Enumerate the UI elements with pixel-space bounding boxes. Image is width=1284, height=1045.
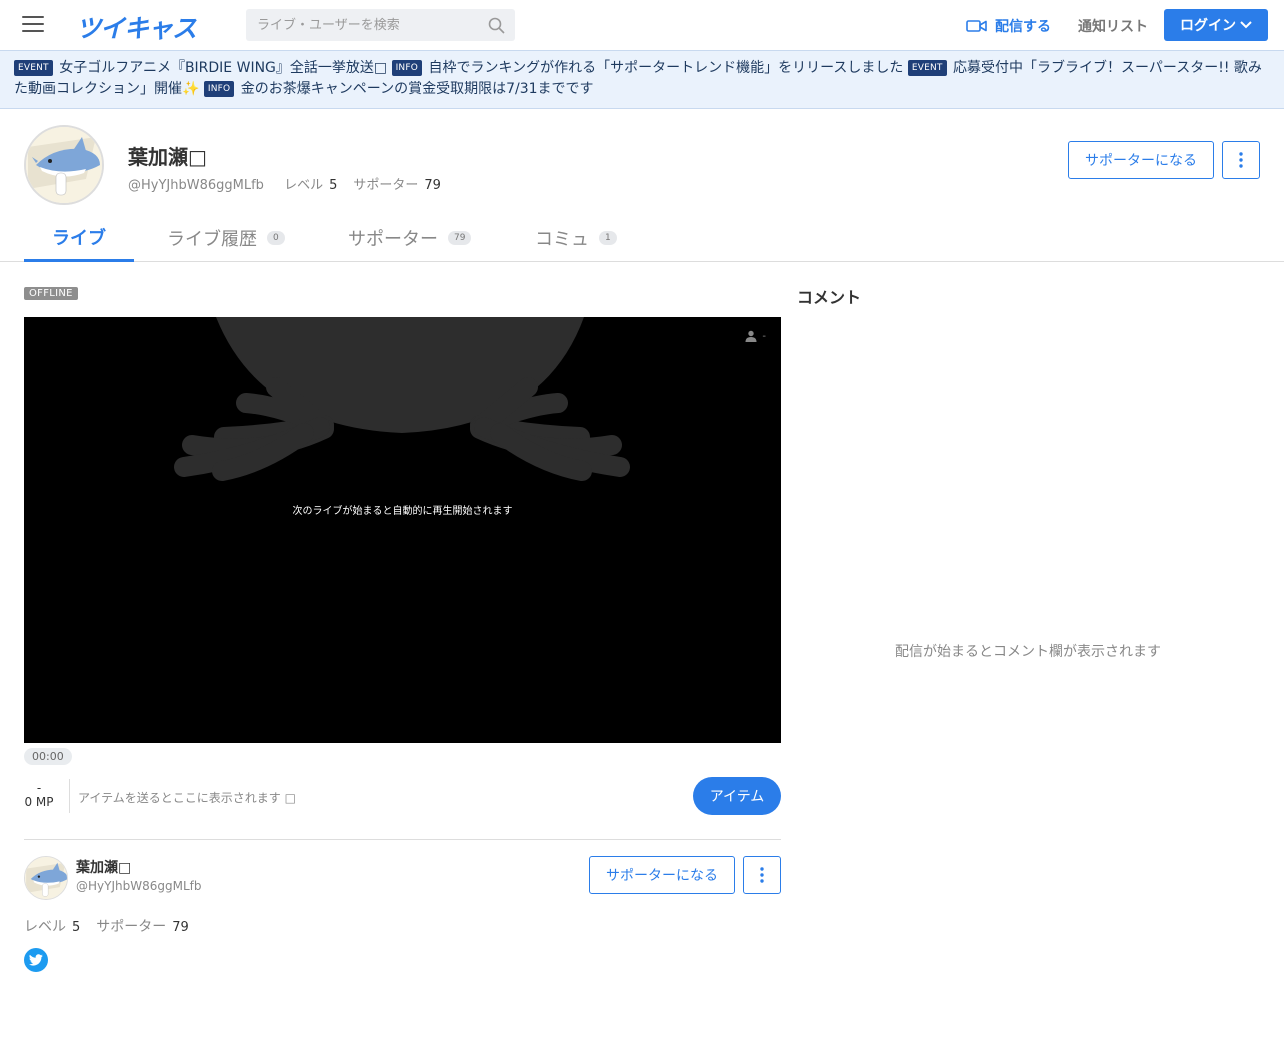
- tab-count: 79: [448, 231, 472, 245]
- tab-community[interactable]: コミュ 1: [535, 214, 617, 262]
- announcement-banner: EVENT 女子ゴルフアニメ『BIRDIE WING』全話一挙放送□ INFO …: [0, 50, 1284, 109]
- broadcast-label: 配信する: [995, 19, 1051, 35]
- divider: [24, 839, 781, 840]
- divider: [69, 779, 70, 813]
- profile-more-button[interactable]: [1222, 141, 1260, 179]
- tab-label: サポーター: [348, 229, 438, 250]
- item-placeholder: アイテムを送るとここに表示されます □: [78, 791, 296, 805]
- kebab-menu-icon: [1239, 152, 1243, 168]
- become-supporter-button[interactable]: サポーターになる: [589, 856, 735, 894]
- broadcast-link[interactable]: 配信する: [966, 16, 1051, 36]
- user-handle: @HyYJhbW86ggMLfb: [76, 879, 202, 893]
- announcement-link[interactable]: 金のお茶爆キャンペーンの賞金受取期限は7/31までです: [241, 81, 594, 97]
- event-tag: EVENT: [907, 60, 947, 76]
- twitter-bird-icon: [29, 954, 43, 966]
- chevron-down-icon: [1240, 21, 1252, 29]
- info-tag: INFO: [391, 60, 423, 76]
- tab-label: コミュ: [535, 229, 589, 250]
- notification-list-link[interactable]: 通知リスト: [1078, 16, 1148, 36]
- tab-count: 0: [267, 231, 285, 245]
- mp-value: 0 MP: [24, 795, 54, 809]
- site-logo[interactable]: ツイキャス: [76, 9, 197, 45]
- search-icon[interactable]: [488, 17, 505, 34]
- supporter-label: サポーター: [96, 919, 167, 935]
- login-label: ログイン: [1180, 18, 1236, 34]
- tab-supporters[interactable]: サポーター 79: [348, 214, 472, 262]
- search-box[interactable]: [246, 9, 515, 41]
- level-label: レベル: [284, 178, 324, 193]
- viewer-count-value: -: [762, 330, 766, 342]
- viewer-count: -: [745, 330, 766, 342]
- offline-mascot-image: [174, 317, 630, 481]
- profile-name: 葉加瀬□: [128, 145, 207, 169]
- login-button[interactable]: ログイン: [1164, 9, 1268, 41]
- tab-label: ライブ: [52, 227, 106, 249]
- mp-top: -: [36, 781, 42, 795]
- profile-avatar[interactable]: [24, 125, 104, 205]
- user-name[interactable]: 葉加瀬□: [76, 857, 131, 877]
- level-label: レベル: [24, 919, 66, 935]
- user-stats: レベル 5 サポーター 79: [24, 916, 205, 936]
- event-tag: EVENT: [14, 60, 53, 76]
- comments-title: コメント: [797, 288, 862, 307]
- profile-handle: @HyYJhbW86ggMLfb: [128, 178, 264, 193]
- tab-live-history[interactable]: ライブ履歴 0: [167, 214, 285, 262]
- kebab-menu-icon: [760, 867, 764, 883]
- twitter-link[interactable]: [24, 948, 48, 972]
- video-player[interactable]: - 次のライブが始まると自動的に再生開始されます: [24, 317, 781, 743]
- supporter-count[interactable]: 79: [424, 178, 441, 193]
- become-supporter-button[interactable]: サポーターになる: [1068, 141, 1214, 179]
- autoplay-message: 次のライブが始まると自動的に再生開始されます: [292, 506, 513, 517]
- profile-meta: @HyYJhbW86ggMLfb レベル 5 サポーター 79: [128, 174, 457, 193]
- search-input[interactable]: [246, 9, 476, 41]
- announcement-link[interactable]: 女子ゴルフアニメ『BIRDIE WING』全話一挙放送□: [59, 60, 387, 76]
- shark-avatar-image: [25, 857, 67, 899]
- level-value: 5: [329, 178, 338, 193]
- hamburger-menu-icon[interactable]: [22, 16, 44, 34]
- supporter-count[interactable]: 79: [172, 920, 189, 935]
- video-camera-icon: [966, 20, 987, 32]
- site-header: ツイキャス 配信する 通知リスト ログイン: [0, 0, 1284, 50]
- comments-empty-message: 配信が始まるとコメント欄が表示されます: [895, 644, 1161, 660]
- level-value: 5: [72, 920, 81, 935]
- tab-count: 1: [599, 231, 617, 245]
- info-tag: INFO: [203, 81, 235, 97]
- offline-badge: OFFLINE: [24, 287, 78, 300]
- user-more-button[interactable]: [743, 856, 781, 894]
- tab-label: ライブ履歴: [167, 229, 257, 250]
- announcement-link[interactable]: 自枠でランキングが作れる「サポータートレンド機能」をリリースしました: [428, 60, 903, 76]
- playback-time: 00:00: [24, 748, 72, 765]
- profile-tabs: ライブ ライブ履歴 0 サポーター 79 コミュ 1: [0, 214, 1284, 262]
- person-icon: [745, 330, 757, 342]
- user-avatar[interactable]: [24, 856, 68, 900]
- item-button[interactable]: アイテム: [693, 777, 781, 815]
- supporter-label: サポーター: [353, 178, 419, 193]
- mp-display: - 0 MP: [24, 781, 54, 809]
- tab-live[interactable]: ライブ: [24, 214, 134, 262]
- shark-avatar-image: [26, 127, 102, 203]
